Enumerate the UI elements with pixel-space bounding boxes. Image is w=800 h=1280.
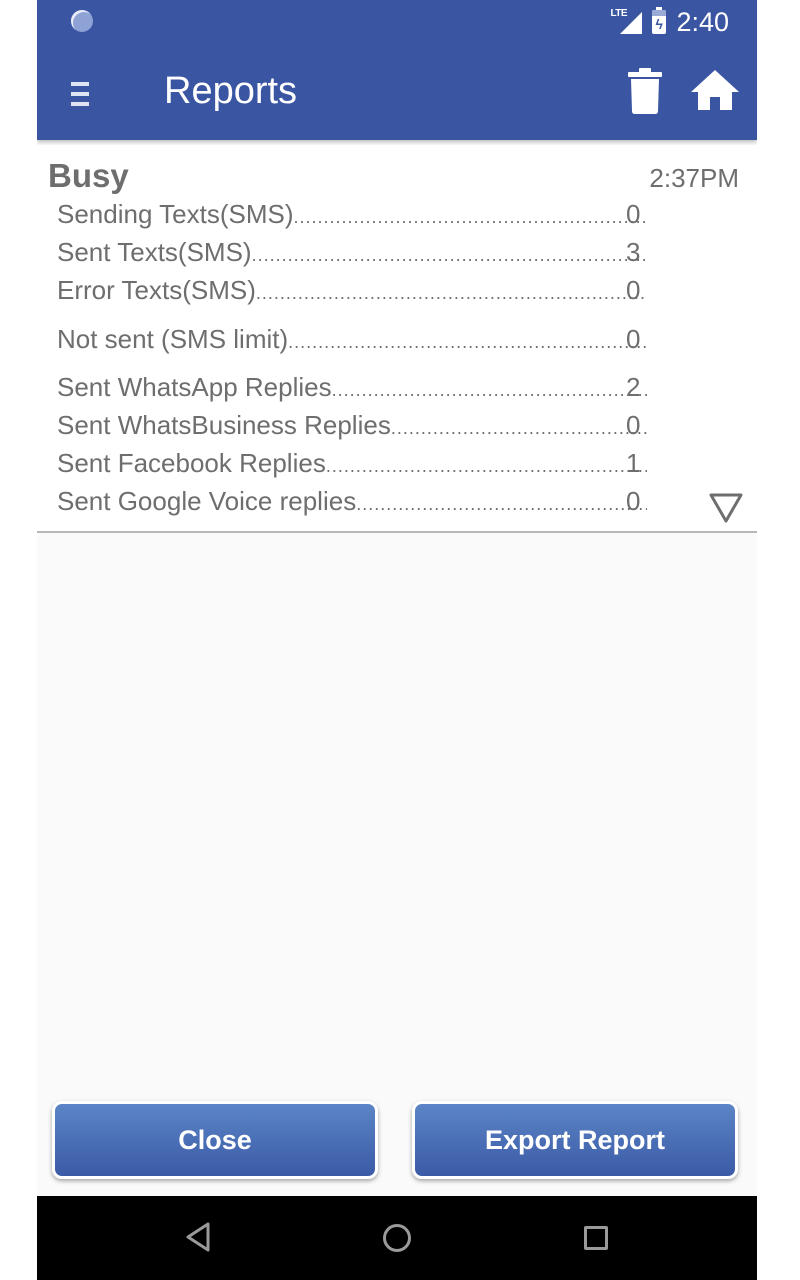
- row-label: Sent Google Voice replies: [57, 486, 357, 516]
- row-label: Sent WhatsApp Replies: [57, 372, 332, 402]
- report-status: Busy: [48, 157, 129, 194]
- report-time: 2:37PM: [649, 163, 739, 193]
- row-value: 0: [626, 486, 641, 516]
- row-label: Sent WhatsBusiness Replies: [57, 410, 391, 440]
- menu-icon[interactable]: [71, 82, 89, 106]
- report-row: Error Texts(SMS) .......................…: [57, 275, 647, 305]
- toolbar: Reports: [37, 44, 757, 140]
- status-indicators: LTE ϟ 2:40: [610, 4, 729, 40]
- report-row: Not sent (SMS limit) ...................…: [57, 324, 647, 354]
- home-nav-icon[interactable]: [383, 1224, 411, 1252]
- row-value: 0: [626, 410, 641, 440]
- close-button[interactable]: Close: [52, 1101, 378, 1179]
- row-label: Sending Texts(SMS): [57, 199, 294, 229]
- report-row: Sending Texts(SMS) .....................…: [57, 199, 647, 229]
- status-clock: 2:40: [676, 6, 729, 37]
- status-bar: LTE ϟ 2:40: [37, 0, 757, 44]
- row-value: 2: [626, 372, 641, 402]
- report-card[interactable]: Busy 2:37PM Sending Texts(SMS) .........…: [37, 145, 757, 533]
- report-row: Sent Google Voice replies ..............…: [57, 486, 647, 516]
- report-row: Sent WhatsBusiness Replies .............…: [57, 410, 647, 440]
- trash-icon[interactable]: [627, 68, 663, 114]
- app-bar: LTE ϟ 2:40 Reports: [37, 0, 757, 140]
- page-title: Reports: [164, 70, 298, 112]
- battery-charging-icon: ϟ: [652, 7, 667, 34]
- report-row: Sent WhatsApp Replies ..................…: [57, 372, 647, 402]
- row-value: 1: [626, 448, 641, 478]
- row-label: Error Texts(SMS): [57, 275, 256, 305]
- row-value: 0: [626, 199, 641, 229]
- report-row: Sent Facebook Replies ..................…: [57, 448, 647, 478]
- row-label: Not sent (SMS limit): [57, 324, 289, 354]
- expand-triangle-icon[interactable]: [709, 493, 743, 523]
- sync-notification-icon: [71, 10, 93, 32]
- recent-apps-icon[interactable]: [584, 1226, 608, 1250]
- row-value: 0: [626, 324, 641, 354]
- home-icon[interactable]: [691, 70, 739, 110]
- export-report-button[interactable]: Export Report: [412, 1101, 738, 1179]
- row-label: Sent Texts(SMS): [57, 237, 252, 267]
- back-icon[interactable]: [185, 1222, 211, 1252]
- report-row: Sent Texts(SMS) ........................…: [57, 237, 647, 267]
- system-nav-bar: [37, 1196, 757, 1280]
- row-label: Sent Facebook Replies: [57, 448, 326, 478]
- reports-screen: LTE ϟ 2:40 Reports Busy 2:37PM Sending T…: [37, 0, 757, 1280]
- lte-signal-icon: LTE: [610, 8, 643, 36]
- row-value: 0: [626, 275, 641, 305]
- row-value: 3: [626, 237, 641, 267]
